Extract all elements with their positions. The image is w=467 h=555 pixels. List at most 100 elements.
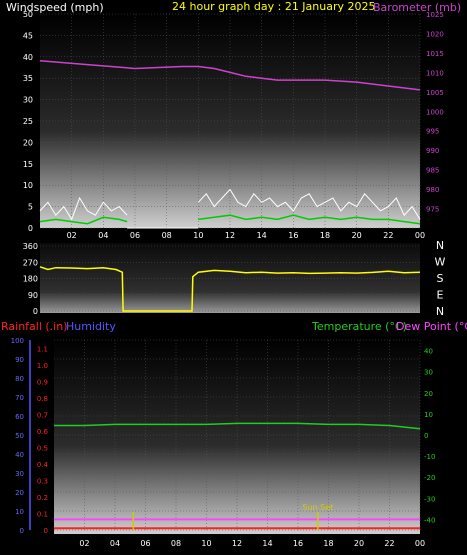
wind-tick-label: 30 xyxy=(23,96,33,105)
barometer-tick-label: 995 xyxy=(426,128,439,136)
direction-tick-label: 0 xyxy=(33,307,38,316)
temperature-tick-label: -10 xyxy=(424,453,435,461)
humidity-tick-label: 60 xyxy=(15,413,24,421)
compass-letter: S xyxy=(437,272,444,285)
barometer-tick-label: 1015 xyxy=(426,50,444,58)
rainfall-tick-label: 1.1 xyxy=(37,345,48,353)
temperature-x-tick-label: 12 xyxy=(232,539,242,548)
wind-tick-label: 40 xyxy=(23,53,33,62)
temperature-x-tick-label: 20 xyxy=(354,539,364,548)
temperature-tick-label: 10 xyxy=(424,411,433,419)
direction-tick-label: 90 xyxy=(28,291,38,300)
humidity-tick-label: 90 xyxy=(15,356,24,364)
rainfall-tick-label: 0.7 xyxy=(37,411,48,419)
wind-axis-ticks: 0 5 10 15 20 25 30 35 40 45 50 xyxy=(23,10,33,233)
sun-set-label: Sun Set xyxy=(302,503,333,512)
wind-tick-label: 20 xyxy=(23,138,33,147)
wind-x-tick-label: 18 xyxy=(320,231,330,240)
barometer-tick-label: 990 xyxy=(426,147,439,155)
wind-x-tick-label: 16 xyxy=(288,231,298,240)
dewpoint-axis-label: Dew Point (°C) xyxy=(396,320,467,333)
direction-tick-label: 180 xyxy=(23,275,38,284)
humidity-tick-label: 50 xyxy=(15,432,24,440)
temperature-tick-label: -20 xyxy=(424,474,435,482)
barometer-axis-ticks: 975 980 985 990 995 1000 1005 1010 1015 1020 1025 xyxy=(426,11,444,214)
wind-x-tick-label: 08 xyxy=(162,231,172,240)
wind-x-tick-label: 14 xyxy=(257,231,267,240)
temperature-x-tick-label: 10 xyxy=(201,539,211,548)
rainfall-tick-label: 0.5 xyxy=(37,444,48,452)
chart-title: 24 hour graph day : 21 January 2025 xyxy=(172,0,376,13)
compass-letter: E xyxy=(437,289,444,302)
wind-tick-label: 35 xyxy=(23,74,33,83)
temperature-tick-label: 0 xyxy=(424,432,428,440)
temperature-x-tick-label: 18 xyxy=(323,539,333,548)
wind-tick-label: 50 xyxy=(23,10,33,19)
direction-plot-area xyxy=(40,243,420,313)
humidity-tick-label: 20 xyxy=(15,489,24,497)
temperature-tick-label: 40 xyxy=(424,348,433,356)
temperature-x-tick-label: 14 xyxy=(262,539,272,548)
compass-letter: N xyxy=(436,239,444,252)
temperature-x-tick-label: 08 xyxy=(171,539,181,548)
wind-x-tick-label: 10 xyxy=(193,231,203,240)
humidity-tick-label: 10 xyxy=(15,508,24,516)
temperature-tick-label: 30 xyxy=(424,369,433,377)
direction-axis-ticks: 0 90 180 270 360 xyxy=(23,242,38,316)
humidity-axis-ticks: 0 10 20 30 40 50 60 70 80 90 100 xyxy=(11,337,31,535)
temperature-tick-label: 20 xyxy=(424,390,433,398)
barometer-tick-label: 1025 xyxy=(426,11,444,19)
barometer-tick-label: 985 xyxy=(426,167,439,175)
wind-tick-label: 10 xyxy=(23,181,33,190)
rainfall-tick-label: 0.3 xyxy=(37,477,48,485)
rainfall-tick-label: 0.6 xyxy=(37,428,49,436)
direction-tick-label: 270 xyxy=(23,258,38,267)
wind-tick-label: 5 xyxy=(28,203,33,212)
barometer-tick-label: 1005 xyxy=(426,89,444,97)
direction-tick-label: 360 xyxy=(23,242,38,251)
compass-letter: N xyxy=(436,305,444,318)
temperature-axis-ticks: -40 -30 -20 -10 0 10 20 30 40 xyxy=(424,348,435,525)
wind-tick-label: 25 xyxy=(23,117,33,126)
temperature-x-tick-label: 04 xyxy=(110,539,120,548)
temperature-x-tick-label: 06 xyxy=(140,539,150,548)
temperature-x-tick-label: 02 xyxy=(79,539,89,548)
barometer-tick-label: 1020 xyxy=(426,30,444,38)
wind-x-tick-label: 20 xyxy=(352,231,362,240)
temperature-tick-label: -30 xyxy=(424,495,435,503)
barometer-tick-label: 1010 xyxy=(426,69,444,77)
wind-tick-label: 0 xyxy=(28,224,33,233)
humidity-tick-label: 70 xyxy=(15,394,24,402)
rainfall-tick-label: 0 xyxy=(44,527,48,535)
humidity-tick-label: 30 xyxy=(15,470,24,478)
temperature-tick-label: -40 xyxy=(424,516,435,524)
humidity-tick-label: 80 xyxy=(15,375,24,383)
rainfall-tick-label: 1.0 xyxy=(37,362,48,370)
humidity-tick-label: 40 xyxy=(15,451,24,459)
temperature-axis-label: Temperature (°C) xyxy=(311,320,407,333)
wind-axis-label: Windspeed (mph) xyxy=(6,1,104,14)
wind-tick-label: 15 xyxy=(23,160,33,169)
wind-x-tick-label: 06 xyxy=(130,231,140,240)
barometer-tick-label: 1000 xyxy=(426,108,444,116)
rainfall-tick-label: 0.9 xyxy=(37,378,48,386)
temperature-x-tick-label: 22 xyxy=(384,539,394,548)
barometer-tick-label: 980 xyxy=(426,186,439,194)
wind-x-tick-label: 02 xyxy=(67,231,77,240)
compass-letter: W xyxy=(435,256,446,269)
rainfall-tick-label: 0.4 xyxy=(37,461,49,469)
humidity-tick-label: 100 xyxy=(11,337,24,345)
humidity-axis-label: Humidity xyxy=(66,320,116,333)
temperature-x-axis-ticks: 02 04 06 08 10 12 14 16 18 20 22 00 xyxy=(79,539,425,548)
rainfall-tick-label: 0.8 xyxy=(37,395,48,403)
barometer-axis-label: Barometer (mb) xyxy=(373,1,461,14)
temperature-x-tick-label: 00 xyxy=(415,539,425,548)
wind-x-axis-ticks: 02 04 06 08 10 12 14 16 18 20 22 00 xyxy=(67,231,426,240)
wind-x-tick-label: 04 xyxy=(98,231,108,240)
rainfall-axis-ticks: 0 0.1 0.2 0.3 0.4 0.5 0.6 0.7 0.8 0.9 1.0 1.1 xyxy=(37,345,49,535)
wind-x-tick-label: 00 xyxy=(415,231,425,240)
rainfall-axis-label: Rainfall (.in) xyxy=(1,320,68,333)
temperature-x-tick-label: 16 xyxy=(293,539,303,548)
rainfall-tick-label: 0.2 xyxy=(37,494,48,502)
wind-x-tick-label: 12 xyxy=(225,231,235,240)
